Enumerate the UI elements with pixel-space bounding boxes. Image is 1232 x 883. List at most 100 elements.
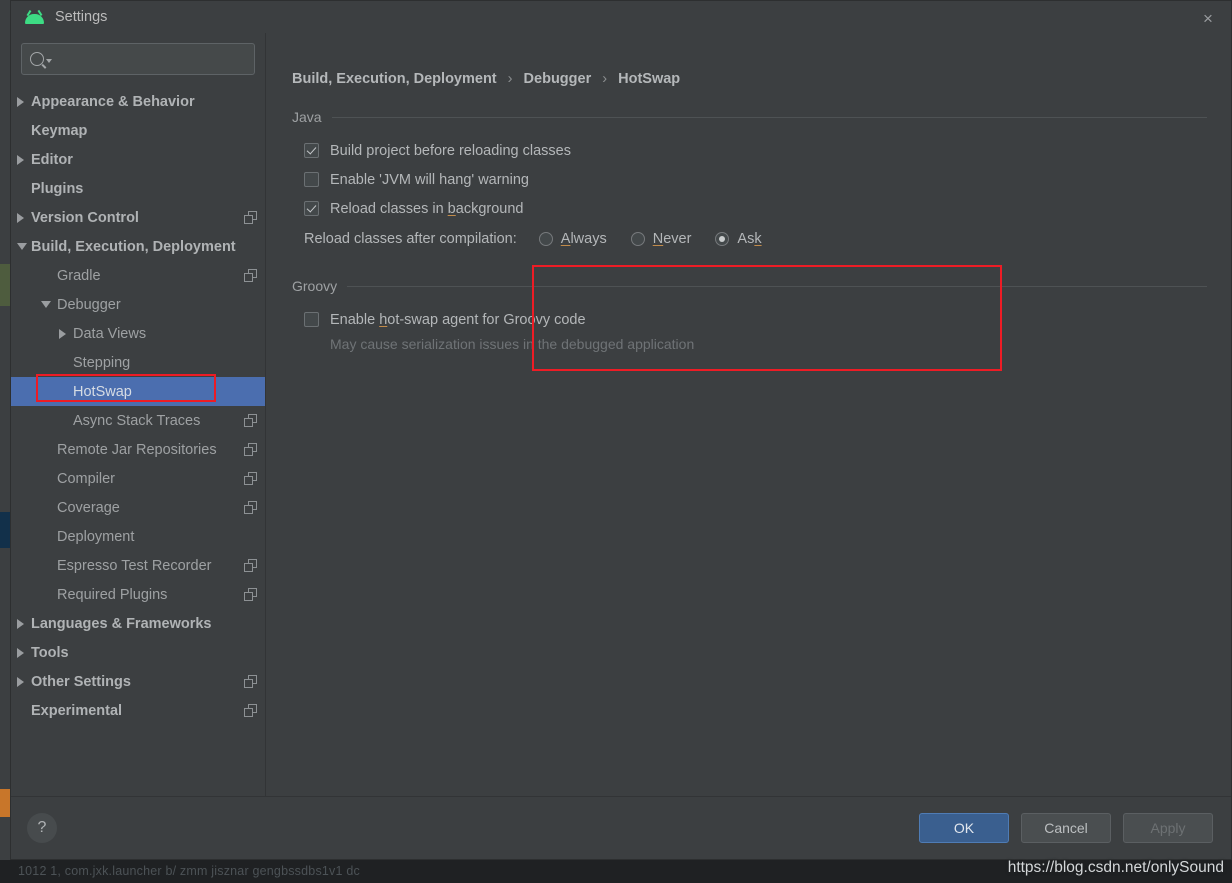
groovy-hotswap-checkbox[interactable] [304,312,319,327]
chevron-down-icon[interactable] [17,243,27,250]
sidebar-item-remote-jar-repositories[interactable]: Remote Jar Repositories [11,435,265,464]
sidebar-item-compiler[interactable]: Compiler [11,464,265,493]
sidebar-item-label: Keymap [31,122,88,139]
sidebar-item-keymap[interactable]: Keymap [11,116,265,145]
copy-icon [244,501,257,514]
radio-0[interactable] [538,232,553,246]
sidebar-item-build-execution-deployment[interactable]: Build, Execution, Deployment [11,232,265,261]
chevron-right-icon[interactable] [59,328,66,339]
checkbox-label-0: Build project before reloading classes [330,142,571,159]
checkbox-0[interactable] [304,143,319,158]
sidebar-item-label: Deployment [57,528,135,545]
watermark: https://blog.csdn.net/onlySound [1007,859,1224,876]
sidebar-item-label: Languages & Frameworks [31,615,212,632]
checkbox-label-1: Enable 'JVM will hang' warning [330,171,529,188]
java-settings-group: Java Build project before reloading clas… [292,109,1207,252]
group-divider [347,285,1207,287]
search-input[interactable] [58,50,246,68]
breadcrumb-separator-icon: › [507,71,513,87]
java-checkbox-row-0[interactable]: Build project before reloading classes [292,138,1207,163]
search-container [11,33,265,85]
sidebar-item-experimental[interactable]: Experimental [11,696,265,725]
sidebar-item-gradle[interactable]: Gradle [11,261,265,290]
groovy-settings-group: Groovy Enable hot-swap agent for Groovy … [292,278,1207,352]
groovy-group-title: Groovy [292,278,338,294]
dialog-body: Appearance & Behavior Keymap Editor Plugins… [11,33,1231,796]
radio-2[interactable] [715,232,730,246]
copy-icon [244,588,257,601]
radio-label-0: Always [560,231,607,247]
sidebar-item-required-plugins[interactable]: Required Plugins [11,580,265,609]
sidebar-item-label: Debugger [57,296,121,313]
radio-item-0[interactable]: Always [538,231,607,247]
settings-tree: Appearance & Behavior Keymap Editor Plugins… [11,85,265,796]
copy-icon [244,414,257,427]
close-icon[interactable]: × [1195,7,1221,29]
sidebar-item-espresso-test-recorder[interactable]: Espresso Test Recorder [11,551,265,580]
sidebar-item-label: Compiler [57,470,116,487]
copy-icon [244,211,257,224]
sidebar-item-data-views[interactable]: Data Views [11,319,265,348]
sidebar-item-label: Remote Jar Repositories [57,441,217,458]
sidebar-item-label: Required Plugins [57,586,168,603]
radio-item-2[interactable]: Ask [715,231,762,247]
sidebar-item-appearance-behavior[interactable]: Appearance & Behavior [11,87,265,116]
sidebar-item-plugins[interactable]: Plugins [11,174,265,203]
copy-icon [244,269,257,282]
ide-marker-navy [0,512,10,548]
checkbox-1[interactable] [304,172,319,187]
groovy-hotswap-checkbox-row[interactable]: Enable hot-swap agent for Groovy code [292,307,1207,332]
search-icon [30,52,52,66]
sidebar-item-label: HotSwap [73,383,132,400]
sidebar-item-deployment[interactable]: Deployment [11,522,265,551]
chevron-right-icon[interactable] [17,154,24,165]
settings-main-panel: Build, Execution, Deployment › Debugger … [266,33,1231,796]
reload-radio-group: Always Never Ask [538,231,786,247]
sidebar-item-languages-frameworks[interactable]: Languages & Frameworks [11,609,265,638]
checkbox-label-2: Reload classes in background [330,200,524,217]
search-box[interactable] [21,43,255,75]
breadcrumb-part-3: HotSwap [618,71,681,87]
breadcrumb-part-1[interactable]: Build, Execution, Deployment [292,71,497,87]
java-checkbox-row-2[interactable]: Reload classes in background [292,196,1207,221]
java-group-title: Java [292,109,322,125]
sidebar-item-label: Espresso Test Recorder [57,557,212,574]
settings-dialog: Settings × Appearance & Behavior Keymap Ed… [10,0,1232,860]
breadcrumb-separator-icon: › [602,71,608,87]
ok-button[interactable]: OK [919,813,1009,843]
copy-icon [244,443,257,456]
sidebar-item-version-control[interactable]: Version Control [11,203,265,232]
chevron-right-icon[interactable] [17,676,24,687]
radio-1[interactable] [630,232,645,246]
sidebar-item-editor[interactable]: Editor [11,145,265,174]
dialog-title: Settings [55,9,108,25]
chevron-right-icon[interactable] [17,96,24,107]
radio-item-1[interactable]: Never [630,231,692,247]
sidebar-item-label: Version Control [31,209,139,226]
sidebar-item-label: Async Stack Traces [73,412,201,429]
chevron-right-icon[interactable] [17,212,24,223]
ide-marker-orange [0,789,10,817]
checkbox-2[interactable] [304,201,319,216]
sidebar-item-label: Other Settings [31,673,131,690]
copy-icon [244,559,257,572]
breadcrumb-part-2[interactable]: Debugger [524,71,592,87]
sidebar-item-tools[interactable]: Tools [11,638,265,667]
radio-label-1: Never [652,231,692,247]
dialog-footer: ? OK Cancel Apply [11,796,1231,859]
cancel-button[interactable]: Cancel [1021,813,1111,843]
sidebar-item-other-settings[interactable]: Other Settings [11,667,265,696]
sidebar-item-coverage[interactable]: Coverage [11,493,265,522]
radio-label-2: Ask [737,231,762,247]
sidebar-item-async-stack-traces[interactable]: Async Stack Traces [11,406,265,435]
sidebar-item-hotswap[interactable]: HotSwap [11,377,265,406]
java-checkbox-row-1[interactable]: Enable 'JVM will hang' warning [292,167,1207,192]
sidebar-item-label: Build, Execution, Deployment [31,238,236,255]
chevron-right-icon[interactable] [17,647,24,658]
help-button[interactable]: ? [27,813,57,843]
sidebar-item-label: Experimental [31,702,123,719]
sidebar-item-debugger[interactable]: Debugger [11,290,265,319]
chevron-right-icon[interactable] [17,618,24,629]
chevron-down-icon[interactable] [41,301,51,308]
sidebar-item-stepping[interactable]: Stepping [11,348,265,377]
